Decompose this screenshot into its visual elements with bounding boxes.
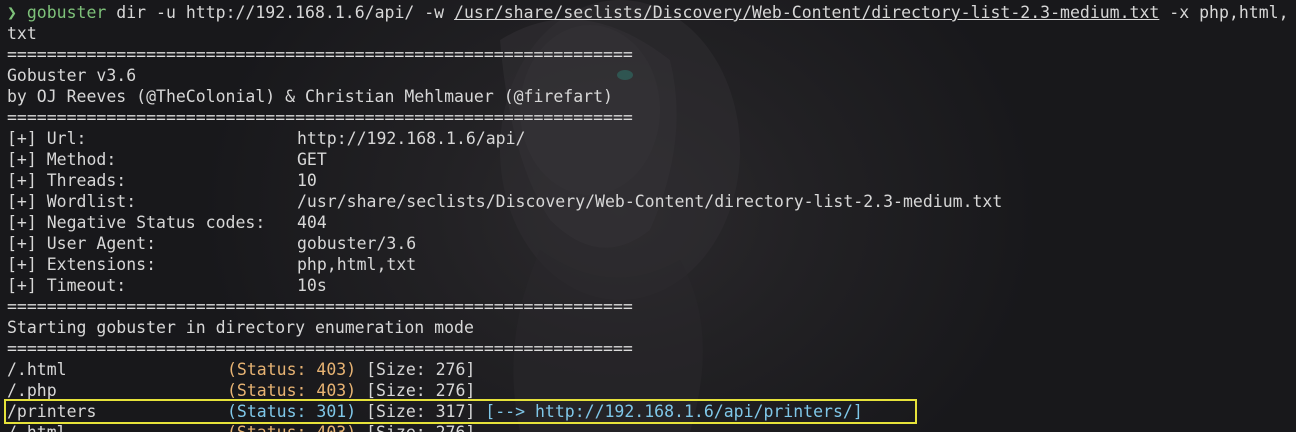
command-line: ❯ gobuster dir -u http://192.168.1.6/api… bbox=[7, 2, 1289, 23]
config-method: [+] Method: GET bbox=[7, 149, 1289, 170]
config-extensions: [+] Extensions: php,html,txt bbox=[7, 254, 1289, 275]
config-negative-status: [+] Negative Status codes: 404 bbox=[7, 212, 1289, 233]
highlight-box: /printers (Status: 301) [Size: 317] [--> … bbox=[4, 399, 917, 424]
config-value: /usr/share/seclists/Discovery/Web-Conten… bbox=[297, 192, 1003, 211]
config-label: [+] Negative Status codes: bbox=[7, 213, 266, 232]
result-status: (Status: 403) bbox=[227, 360, 357, 379]
config-value: php,html,txt bbox=[297, 255, 417, 274]
result-size: [Size: 276] bbox=[366, 423, 475, 432]
result-path: /printers bbox=[7, 402, 97, 421]
config-value: http://192.168.1.6/api/ bbox=[297, 129, 526, 148]
command-extension-args: -x php,html, bbox=[1159, 3, 1289, 22]
config-value: 404 bbox=[297, 213, 327, 232]
config-value: 10s bbox=[297, 276, 327, 295]
result-size: [Size: 317] bbox=[366, 402, 476, 421]
result-status: (Status: 301) bbox=[227, 402, 357, 421]
result-row: /.html(Status: 403) [Size: 276] bbox=[7, 422, 1289, 432]
config-value: gobuster/3.6 bbox=[297, 234, 417, 253]
result-row: /.html (Status: 403) [Size: 276] bbox=[7, 359, 1289, 380]
result-path: /.html bbox=[7, 360, 67, 379]
separator-line: ========================================… bbox=[7, 297, 633, 316]
config-label: [+] Threads: bbox=[7, 171, 127, 190]
config-value: 10 bbox=[297, 171, 317, 190]
command-program: gobuster bbox=[26, 3, 107, 22]
command-wrapped-tail: txt bbox=[7, 24, 37, 43]
result-status: (Status: 403) bbox=[227, 423, 356, 432]
result-row-highlighted: /printers (Status: 301) [Size: 317] [--> … bbox=[4, 399, 1289, 424]
config-label: [+] User Agent: bbox=[7, 234, 157, 253]
banner-version: Gobuster v3.6 bbox=[7, 66, 137, 85]
result-row: /.php (Status: 403) [Size: 276] bbox=[7, 380, 1289, 401]
start-message: Starting gobuster in directory enumerati… bbox=[7, 318, 474, 337]
config-value: GET bbox=[297, 150, 327, 169]
result-status: (Status: 403) bbox=[227, 381, 357, 400]
command-args: dir -u http://192.168.1.6/api/ -w bbox=[106, 3, 455, 22]
separator-line: ========================================… bbox=[7, 108, 633, 127]
terminal-output: ❯ gobuster dir -u http://192.168.1.6/api… bbox=[4, 2, 1289, 432]
prompt-arrow-icon: ❯ bbox=[7, 3, 17, 22]
config-label: [+] Wordlist: bbox=[7, 192, 137, 211]
result-path: /.html bbox=[7, 422, 227, 432]
terminal-window[interactable]: ❯ gobuster dir -u http://192.168.1.6/api… bbox=[0, 0, 1296, 432]
wordlist-path-link[interactable]: /usr/share/seclists/Discovery/Web-Conten… bbox=[454, 3, 1159, 22]
config-label: [+] Url: bbox=[7, 129, 87, 148]
config-timeout: [+] Timeout: 10s bbox=[7, 275, 1289, 296]
config-threads: [+] Threads: 10 bbox=[7, 170, 1289, 191]
result-redirect-link[interactable]: [--> http://192.168.1.6/api/printers/] bbox=[485, 402, 863, 421]
config-wordlist: [+] Wordlist: /usr/share/seclists/Discove… bbox=[7, 191, 1289, 212]
config-user-agent: [+] User Agent: gobuster/3.6 bbox=[7, 233, 1289, 254]
config-label: [+] Timeout: bbox=[7, 276, 127, 295]
banner-authors: by OJ Reeves (@TheColonial) & Christian … bbox=[7, 87, 613, 106]
config-label: [+] Method: bbox=[7, 150, 117, 169]
result-path: /.php bbox=[7, 381, 57, 400]
separator-line: ========================================… bbox=[7, 45, 633, 64]
config-label: [+] Extensions: bbox=[7, 255, 157, 274]
separator-line: ========================================… bbox=[7, 339, 633, 358]
config-url: [+] Url: http://192.168.1.6/api/ bbox=[7, 128, 1289, 149]
result-size: [Size: 276] bbox=[366, 360, 476, 379]
result-size: [Size: 276] bbox=[366, 381, 476, 400]
